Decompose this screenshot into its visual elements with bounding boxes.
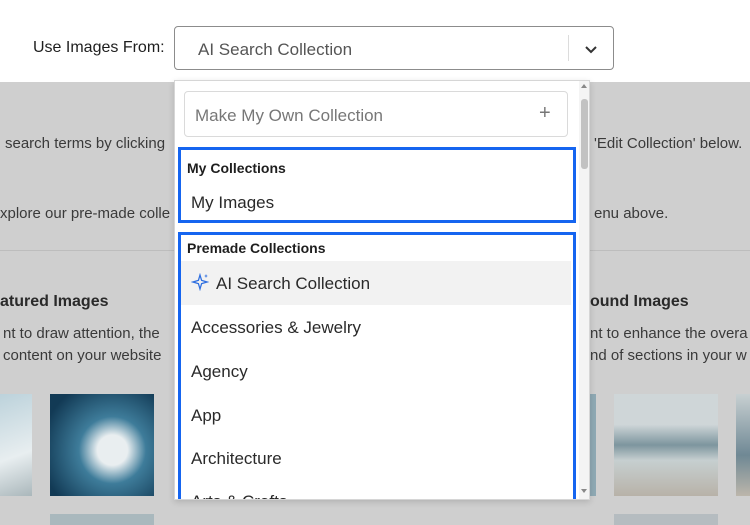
scroll-down-icon[interactable] — [581, 489, 587, 493]
image-thumbnail[interactable] — [590, 394, 596, 496]
make-own-collection-placeholder: Make My Own Collection — [195, 106, 384, 125]
list-item-ai-search-collection[interactable]: AI Search Collection — [181, 261, 571, 305]
image-thumbnail[interactable] — [736, 394, 750, 496]
image-thumbnail[interactable] — [614, 514, 718, 525]
bg-text-line1-right: 'Edit Collection' below. — [594, 135, 743, 152]
scrollbar-thumb[interactable] — [581, 99, 588, 169]
list-item-agency[interactable]: Agency — [181, 351, 571, 391]
list-item-accessories-jewelry[interactable]: Accessories & Jewelry — [181, 307, 571, 347]
background-images-title: ound Images — [590, 293, 689, 310]
my-collections-title: My Collections — [187, 160, 286, 176]
list-item-label: Arts & Crafts — [191, 492, 287, 499]
dropdown-scrollbar[interactable] — [579, 81, 589, 499]
plus-icon[interactable]: + — [539, 102, 551, 125]
list-item-label: App — [191, 406, 222, 425]
list-item-label: Accessories & Jewelry — [191, 318, 362, 337]
background-images-text1: nt to enhance the overa — [590, 325, 748, 342]
list-item-app[interactable]: App — [181, 395, 571, 435]
image-thumbnail[interactable] — [0, 394, 32, 496]
featured-images-text2: content on your website — [3, 347, 162, 364]
background-images-text2: nd of sections in your w — [590, 347, 747, 364]
list-item-my-images[interactable]: My Images — [181, 183, 571, 223]
my-collections-highlight: My Collections My Images — [178, 147, 576, 223]
bg-text-line1-left: search terms by clicking — [5, 135, 166, 152]
top-bar: Use Images From: AI Search Collection — [0, 0, 750, 82]
premade-collections-title: Premade Collections — [187, 240, 326, 256]
list-item-label: My Images — [191, 193, 275, 212]
bg-text-line2-left: xplore our pre-made colle — [0, 205, 171, 222]
list-item-label: Architecture — [191, 449, 282, 468]
list-item-label: Agency — [191, 362, 248, 381]
sparkle-icon — [191, 273, 209, 291]
featured-images-text1: nt to draw attention, the — [3, 325, 160, 342]
list-item-arts-crafts[interactable]: Arts & Crafts — [181, 481, 571, 499]
featured-images-title: atured Images — [0, 293, 109, 310]
make-own-collection-field[interactable]: Make My Own Collection + — [184, 91, 568, 137]
chevron-down-icon[interactable] — [583, 41, 599, 57]
collection-select-value: AI Search Collection — [198, 40, 353, 59]
image-thumbnail[interactable] — [50, 394, 154, 496]
image-thumbnail[interactable] — [50, 514, 154, 525]
use-images-from-label: Use Images From: — [33, 39, 165, 56]
collection-select[interactable]: AI Search Collection — [174, 26, 614, 70]
premade-collections-highlight: Premade Collections AI Search Collection… — [178, 232, 576, 499]
image-thumbnail[interactable] — [614, 394, 718, 496]
list-item-label: AI Search Collection — [216, 274, 371, 293]
bg-text-line2-right: enu above. — [594, 205, 669, 222]
collection-dropdown: Make My Own Collection + My Collections … — [174, 80, 590, 500]
scroll-up-icon[interactable] — [581, 84, 587, 88]
select-separator — [568, 35, 569, 61]
list-item-architecture[interactable]: Architecture — [181, 438, 571, 478]
